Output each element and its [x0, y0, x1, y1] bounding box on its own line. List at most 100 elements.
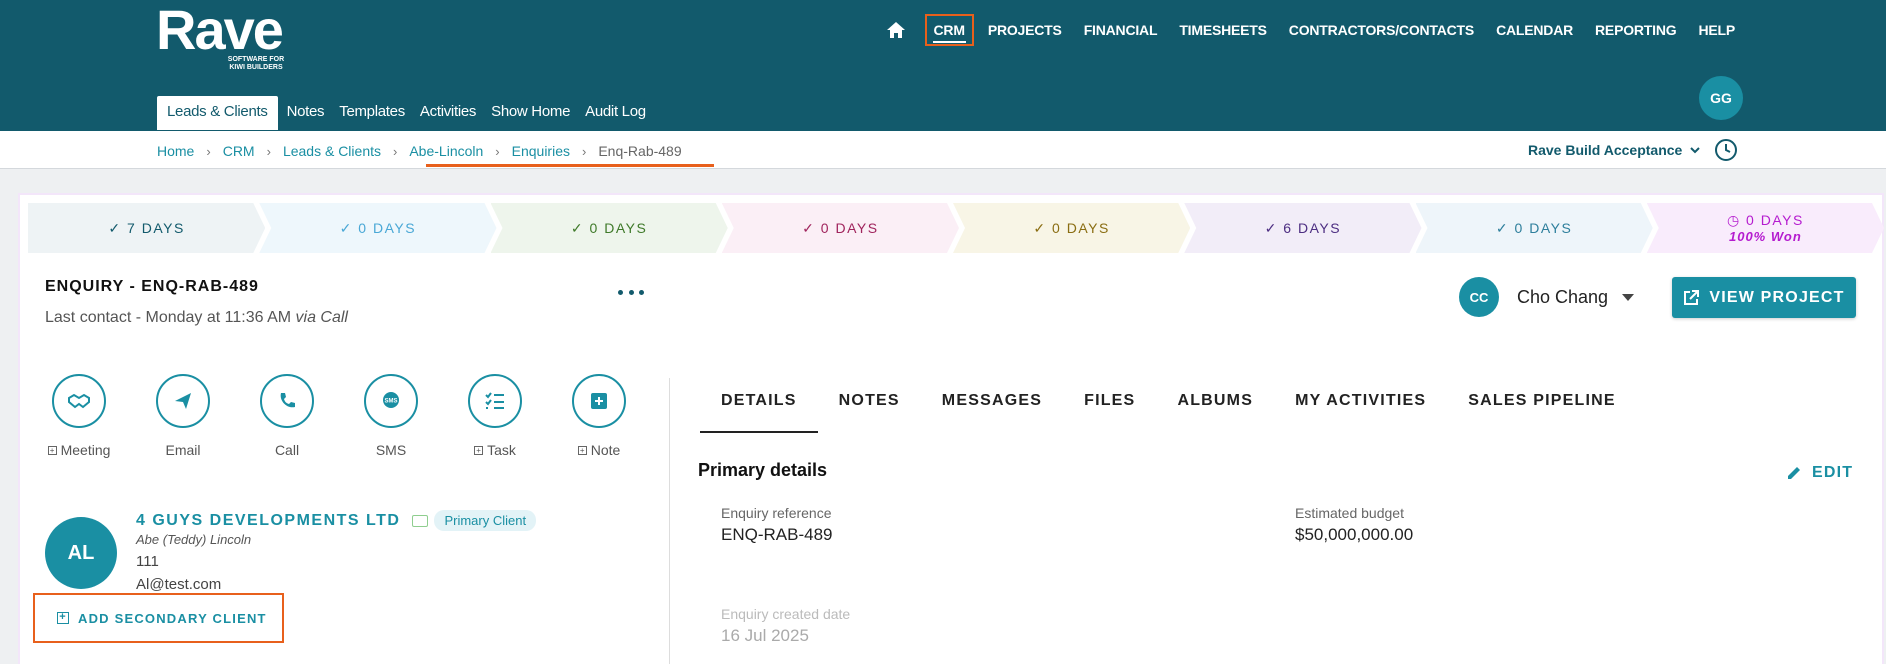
nav-help[interactable]: HELP: [1698, 22, 1735, 38]
stage-label: ✓ 7 DAYS: [108, 220, 184, 237]
nav-contractors-contacts[interactable]: CONTRACTORS/CONTACTS: [1289, 22, 1474, 38]
quick-actions: + Meeting Email Call SMS SMS + Task + Note: [45, 374, 669, 458]
pencil-icon: [1788, 467, 1800, 479]
nav-timesheets[interactable]: TIMESHEETS: [1179, 22, 1267, 38]
plus-box-icon: +: [47, 445, 57, 455]
pipeline-stage[interactable]: ✓ 0 DAYS: [1416, 203, 1653, 253]
pipeline-stage[interactable]: ✓ 0 DAYS: [953, 203, 1190, 253]
stage-days: 0 DAYS: [358, 219, 417, 236]
tab-details[interactable]: DETAILS: [700, 380, 818, 433]
check-icon: ✓: [570, 219, 590, 236]
subnav-leads-clients[interactable]: Leads & Clients: [157, 96, 278, 130]
action-email[interactable]: Email: [149, 374, 253, 458]
caret-down-icon: [1622, 293, 1635, 301]
client-company-name[interactable]: 4 GUYS DEVELOPMENTS LTD: [136, 512, 400, 530]
stage-days: 0 DAYS: [820, 219, 879, 236]
breadcrumb-current: Enq-Rab-489: [598, 143, 682, 159]
more-options-icon[interactable]: [618, 287, 644, 297]
breadcrumb-crm[interactable]: CRM: [223, 143, 255, 159]
tab-notes[interactable]: NOTES: [818, 380, 921, 433]
chevron-right-icon: ›: [393, 143, 398, 159]
rave-logo[interactable]: Rave SOFTWARE FOR KIWI BUILDERS: [156, 2, 284, 72]
check-icon: ✓: [1033, 219, 1053, 236]
subnav-notes[interactable]: Notes: [281, 96, 331, 130]
home-icon[interactable]: [886, 19, 908, 41]
check-icon: ✓: [108, 219, 128, 236]
enquiry-title: ENQUIRY - ENQ-RAB-489: [45, 278, 259, 295]
user-avatar[interactable]: GG: [1699, 76, 1743, 120]
enquiry-created-value: 16 Jul 2025: [721, 626, 809, 645]
action-meeting[interactable]: + Meeting: [45, 374, 149, 458]
tab-sales-pipeline[interactable]: SALES PIPELINE: [1447, 380, 1637, 433]
owner-avatar: CC: [1459, 277, 1499, 317]
last-contact: Last contact - Monday at 11:36 AM via Ca…: [45, 309, 348, 327]
breadcrumb-leads-clients[interactable]: Leads & Clients: [283, 143, 381, 159]
client-contact-name: Abe (Teddy) Lincoln: [136, 532, 252, 547]
subnav-templates[interactable]: Templates: [333, 96, 411, 130]
pipeline-stage[interactable]: ✓ 7 DAYS: [28, 203, 265, 253]
edit-label: EDIT: [1812, 464, 1854, 481]
enquiry-reference-value: ENQ-RAB-489: [721, 525, 833, 544]
owner-selector[interactable]: CC Cho Chang: [1459, 277, 1635, 317]
nav-projects[interactable]: PROJECTS: [988, 22, 1062, 38]
stage-label: ✓ 0 DAYS: [1496, 220, 1572, 237]
plus-box-icon: +: [57, 612, 69, 624]
edit-button[interactable]: EDIT: [1786, 464, 1853, 482]
owner-name: Cho Chang: [1517, 286, 1609, 307]
stage-days: 0 DAYS: [1052, 219, 1110, 236]
svg-text:SMS: SMS: [384, 399, 397, 405]
nav-reporting[interactable]: REPORTING: [1595, 22, 1677, 38]
stage-days: 0 DAYS: [589, 219, 648, 236]
breadcrumb-client[interactable]: Abe-Lincoln: [409, 143, 483, 159]
action-task[interactable]: + Task: [461, 374, 565, 458]
subnav-audit-log[interactable]: Audit Log: [579, 96, 652, 130]
client-email: Al@test.com: [136, 576, 222, 593]
subnav-activities[interactable]: Activities: [414, 96, 482, 130]
add-secondary-client-label: ADD SECONDARY CLIENT: [78, 610, 267, 626]
top-header: Rave SOFTWARE FOR KIWI BUILDERS CRM PROJ…: [0, 0, 1886, 131]
check-icon: ✓: [802, 219, 821, 236]
pipeline-stage[interactable]: ✓ 0 DAYS: [491, 203, 728, 253]
view-project-button[interactable]: VIEW PROJECT: [1672, 277, 1856, 318]
plus-box-icon: +: [577, 445, 587, 455]
stage-label: ✓ 0 DAYS: [1033, 220, 1109, 237]
build-selector[interactable]: Rave Build Acceptance: [1528, 142, 1702, 158]
tab-files[interactable]: FILES: [1063, 380, 1156, 433]
action-sms[interactable]: SMS SMS: [357, 374, 461, 458]
stage-days: 6 DAYS: [1283, 219, 1342, 236]
client-avatar: AL: [45, 517, 117, 589]
stage-label: ✓ 6 DAYS: [1265, 220, 1341, 237]
nav-calendar[interactable]: CALENDAR: [1496, 22, 1573, 38]
nav-crm[interactable]: CRM: [924, 14, 974, 46]
sms-icon: SMS: [364, 374, 418, 428]
tab-albums[interactable]: ALBUMS: [1156, 380, 1274, 433]
sub-nav: Leads & Clients Notes Templates Activiti…: [157, 96, 655, 130]
check-icon: ✓: [1495, 219, 1515, 236]
action-label: Meeting: [60, 442, 111, 458]
pipeline-stage[interactable]: ◷ 0 DAYS 100% Won: [1647, 203, 1884, 253]
view-project-label: VIEW PROJECT: [1709, 288, 1845, 306]
tab-messages[interactable]: MESSAGES: [921, 380, 1063, 433]
tab-my-activities[interactable]: MY ACTIVITIES: [1274, 380, 1447, 433]
action-call[interactable]: Call: [253, 374, 357, 458]
phone-icon: [260, 374, 314, 428]
checklist-icon: [468, 374, 522, 428]
pipeline-stage[interactable]: ✓ 0 DAYS: [722, 203, 959, 253]
breadcrumb-home[interactable]: Home: [157, 143, 194, 159]
pipeline-stage[interactable]: ✓ 6 DAYS: [1184, 203, 1421, 253]
breadcrumb-enquiries[interactable]: Enquiries: [512, 143, 570, 159]
subnav-show-home[interactable]: Show Home: [485, 96, 576, 130]
id-card-icon: [412, 514, 429, 527]
pipeline-stage[interactable]: ✓ 0 DAYS: [259, 203, 496, 253]
client-company: 4 GUYS DEVELOPMENTS LTD Primary Client: [136, 510, 537, 531]
action-note[interactable]: + Note: [565, 374, 669, 458]
history-clock-icon[interactable]: [1714, 138, 1738, 162]
last-contact-via: via Call: [295, 309, 348, 326]
add-secondary-client-button[interactable]: + ADD SECONDARY CLIENT: [33, 593, 284, 643]
build-selector-label: Rave Build Acceptance: [1528, 142, 1683, 158]
enquiry-reference-label: Enquiry reference: [721, 505, 832, 521]
check-icon: ✓: [1264, 219, 1284, 236]
breadcrumb: Home › CRM › Leads & Clients › Abe-Linco…: [157, 143, 682, 159]
stage-days: 7 DAYS: [127, 219, 185, 236]
nav-financial[interactable]: FINANCIAL: [1084, 22, 1158, 38]
